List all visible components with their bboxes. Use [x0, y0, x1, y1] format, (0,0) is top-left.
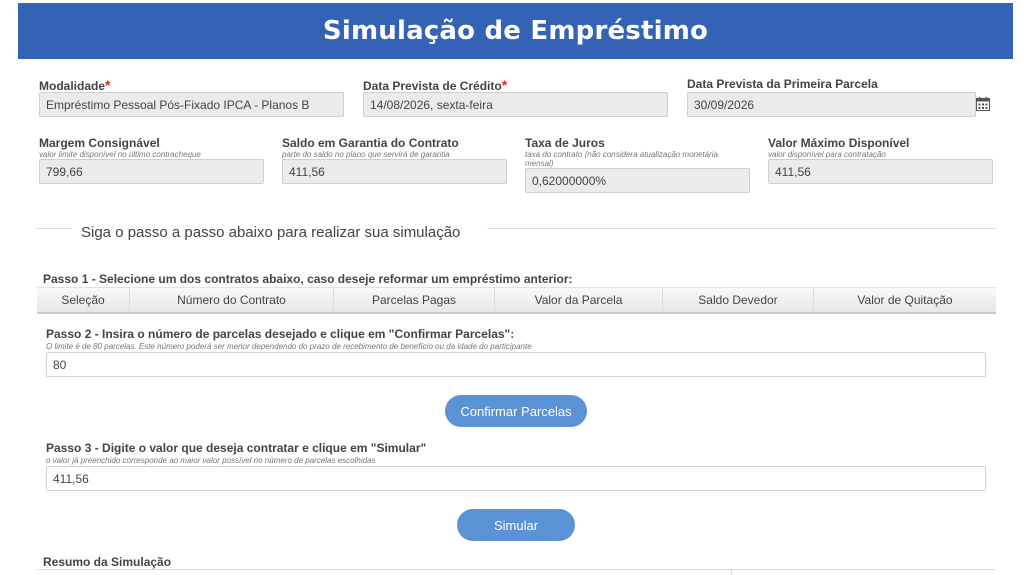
column-header[interactable]: Parcelas Pagas [334, 288, 495, 312]
section-divider-left [37, 228, 72, 229]
passo3-label: Passo 3 - Digite o valor que deseja cont… [46, 441, 427, 455]
calendar-icon[interactable] [976, 97, 990, 111]
valor-maximo-hint: valor disponível para contratação [768, 150, 886, 159]
passo2-hint: O limite é de 80 parcelas. Este número p… [46, 342, 532, 351]
column-header[interactable]: Número do Contrato [130, 288, 334, 312]
passo2-label: Passo 2 - Insira o número de parcelas de… [46, 327, 515, 341]
valor-maximo-label: Valor Máximo Disponível [768, 136, 910, 150]
required-marker: * [501, 77, 508, 93]
saldo-garantia-field[interactable]: 411,56 [282, 159, 507, 184]
column-header[interactable]: Valor de Quitação [814, 288, 996, 312]
margem-field[interactable]: 799,66 [39, 159, 264, 184]
confirmar-parcelas-button[interactable]: Confirmar Parcelas [445, 395, 587, 427]
margem-hint: valor limite disponível no último contra… [39, 150, 201, 159]
data-credito-field[interactable]: 14/08/2026, sexta-feira [363, 92, 668, 117]
contracts-table-header: Seleção Número do Contrato Parcelas Paga… [37, 287, 996, 314]
taxa-field[interactable]: 0,62000000% [525, 168, 750, 193]
data-parcela-label: Data Prevista da Primeira Parcela [687, 77, 878, 91]
passo1-label: Passo 1 - Selecione um dos contratos aba… [43, 272, 573, 286]
column-header[interactable]: Saldo Devedor [663, 288, 814, 312]
margem-label: Margem Consignável [39, 136, 160, 150]
resumo-label: Resumo da Simulação [43, 555, 172, 569]
valor-input[interactable]: 411,56 [46, 466, 986, 491]
column-header[interactable]: Valor da Parcela [495, 288, 663, 312]
valor-maximo-field[interactable]: 411,56 [768, 159, 993, 184]
modalidade-label: Modalidade* [39, 77, 111, 93]
saldo-garantia-label: Saldo em Garantia do Contrato [282, 136, 459, 150]
taxa-hint: taxa do contrato (não considera atualiza… [525, 150, 719, 168]
resumo-table-divider [731, 569, 732, 575]
taxa-label: Taxa de Juros [525, 136, 605, 150]
parcelas-input[interactable]: 80 [46, 352, 986, 377]
saldo-garantia-hint: parte do saldo no plano que servirá de g… [282, 150, 450, 159]
passo3-hint: o valor já preenchido corresponde ao mai… [46, 456, 376, 465]
data-credito-label: Data Prevista de Crédito* [363, 77, 508, 93]
section-divider-right [487, 228, 996, 229]
resumo-table [37, 569, 996, 575]
data-parcela-field[interactable]: 30/09/2026 [687, 92, 976, 117]
column-header[interactable]: Seleção [37, 288, 130, 312]
page-title: Simulação de Empréstimo [322, 16, 709, 46]
page-header: Simulação de Empréstimo [18, 3, 1013, 59]
required-marker: * [105, 77, 111, 93]
section-title: Siga o passo a passo abaixo para realiza… [81, 224, 461, 241]
modalidade-field[interactable]: Empréstimo Pessoal Pós-Fixado IPCA - Pla… [39, 92, 344, 117]
simular-button[interactable]: Simular [457, 509, 575, 541]
